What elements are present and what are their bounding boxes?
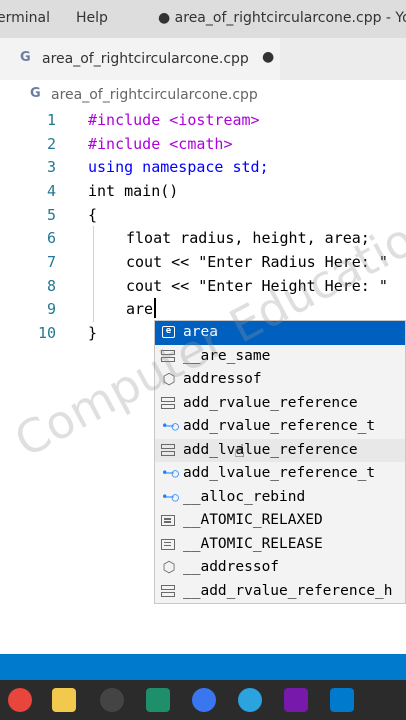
struct-icon (161, 396, 175, 410)
unsaved-dot-icon[interactable]: ● (262, 49, 274, 65)
type-parameter-icon: •─○ (161, 466, 179, 480)
status-bar (0, 654, 406, 680)
obs-icon[interactable] (100, 688, 124, 712)
tab-area-of-rightcircularcone[interactable]: G area_of_rightcircularcone.cpp ● (0, 38, 280, 80)
struct-icon (161, 584, 175, 598)
suggestion-label: add_lvalue_reference_t (183, 465, 376, 481)
code-text: using namespace std; (88, 158, 269, 176)
type-parameter-icon: •─○ (161, 419, 179, 433)
code-line: 8 cout << "Enter Height Here: " (0, 274, 406, 298)
file-explorer-icon[interactable] (52, 688, 76, 712)
suggestion-item[interactable]: •─○ __alloc_rebind (155, 486, 405, 510)
suggestion-label: __addressof (183, 559, 280, 575)
cpp-file-icon: G (30, 86, 41, 101)
struct-icon (161, 443, 175, 457)
indent-guide (93, 226, 94, 322)
enum-icon (161, 515, 175, 526)
suggestion-item[interactable]: __ATOMIC_RELAXED (155, 509, 405, 533)
suggestion-label: __ATOMIC_RELEASE (183, 535, 323, 552)
enum-icon (161, 538, 175, 550)
suggestion-label: add_rvalue_reference_t (183, 418, 376, 434)
menu-terminal[interactable]: erminal (0, 10, 50, 26)
line-number: 7 (46, 253, 56, 271)
code-text: float radius, height, area; (126, 229, 370, 247)
line-number: 4 (46, 182, 56, 200)
type-parameter-icon: •─○ (161, 489, 179, 504)
app-icon[interactable] (146, 688, 170, 712)
chrome-icon[interactable] (8, 688, 32, 712)
breadcrumb-file[interactable]: area_of_rightcircularcone.cpp (51, 87, 258, 103)
code-text: cout << "Enter Radius Here: " (126, 253, 388, 271)
cpp-file-icon: G (20, 50, 31, 65)
variable-icon: e (162, 326, 175, 338)
code-line: 3 using namespace std; (0, 155, 406, 179)
line-number: 8 (46, 277, 56, 295)
suggestion-label: __alloc_rebind (183, 488, 306, 505)
struct-icon (161, 349, 175, 363)
code-line: 1 #include <iostream> (0, 108, 406, 132)
line-number: 9 (46, 300, 56, 318)
text-cursor (154, 298, 156, 318)
signal-icon[interactable] (192, 688, 216, 712)
breadcrumb[interactable]: G area_of_rightcircularcone.cpp (0, 84, 406, 106)
suggestion-item[interactable]: add_lvalue_reference (155, 438, 405, 462)
suggestion-item[interactable]: e area (155, 321, 405, 345)
taskbar (0, 680, 406, 720)
suggestion-item[interactable]: __are_same (155, 345, 405, 369)
suggestion-label: add_lvalue_reference (183, 441, 358, 458)
class-icon: ⬡ (162, 370, 176, 388)
code-text: #include <cmath> (88, 135, 233, 153)
code-text: { (88, 206, 98, 224)
window-title: ● area_of_rightcircularcone.cpp - You (158, 10, 406, 26)
telegram-icon[interactable] (238, 688, 262, 712)
onenote-icon[interactable] (284, 688, 308, 712)
suggestion-label: __are_same (183, 347, 271, 364)
code-text: #include <iostream> (88, 111, 260, 129)
code-line: 7 cout << "Enter Radius Here: " (0, 250, 406, 274)
suggestion-label: __add_rvalue_reference_h (183, 582, 393, 599)
suggestion-item[interactable]: ⬡ __addressof (155, 556, 405, 580)
suggestion-item[interactable]: __add_rvalue_reference_h (155, 580, 405, 604)
suggestion-label: addressof (183, 371, 262, 387)
class-icon: ⬡ (162, 558, 176, 576)
suggestion-item[interactable]: __ATOMIC_RELEASE (155, 533, 405, 557)
line-number: 10 (37, 324, 56, 342)
suggestion-item[interactable]: ⬡ addressof (155, 368, 405, 392)
suggestion-item[interactable]: add_rvalue_reference (155, 392, 405, 416)
code-line: 2 #include <cmath> (0, 132, 406, 156)
title-bar: erminal Help ● area_of_rightcircularcone… (0, 0, 406, 38)
code-line: 6 float radius, height, area; (0, 226, 406, 250)
line-number: 1 (46, 111, 56, 129)
suggestion-item[interactable]: •─○ add_rvalue_reference_t (155, 415, 405, 439)
code-line: 4 int main() (0, 179, 406, 203)
code-text: cout << "Enter Height Here: " (126, 277, 388, 295)
code-line: 5 { (0, 203, 406, 227)
line-number: 3 (46, 158, 56, 176)
suggestion-label: __ATOMIC_RELAXED (183, 512, 323, 528)
line-number: 5 (46, 206, 56, 224)
code-text: are (126, 300, 154, 318)
line-number: 6 (46, 229, 56, 247)
code-text: int main() (88, 182, 179, 200)
line-number: 2 (46, 135, 56, 153)
menu-help[interactable]: Help (76, 10, 108, 26)
suggestion-item[interactable]: •─○ add_lvalue_reference_t (155, 462, 405, 486)
code-text: } (88, 324, 98, 342)
suggest-widget[interactable]: e area __are_same ⬡ addressof add_rvalue… (154, 320, 406, 604)
suggestion-label: add_rvalue_reference (183, 394, 358, 411)
tab-label: area_of_rightcircularcone.cpp (42, 51, 249, 67)
vscode-icon[interactable] (330, 688, 354, 712)
mouse-pointer-icon: ☝ (234, 441, 245, 462)
suggestion-label: area (183, 324, 218, 340)
tab-bar: G area_of_rightcircularcone.cpp ● (0, 38, 406, 80)
code-line: 9 are (0, 297, 406, 321)
